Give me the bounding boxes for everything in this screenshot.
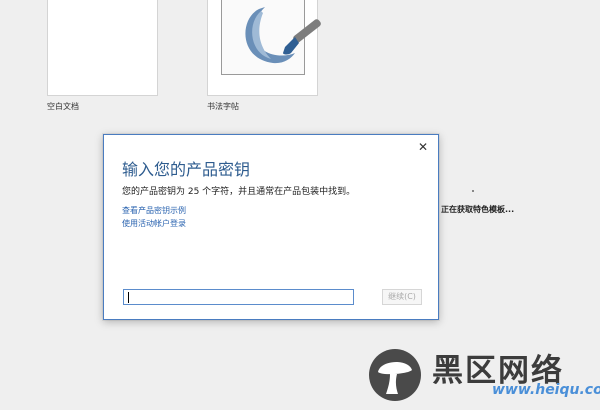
status-text: 正在获取特色模板... <box>441 205 515 214</box>
template-label-blank: 空白文档 <box>47 102 79 111</box>
calligraphy-thumbnail-icon <box>221 0 321 75</box>
dialog-description: 您的产品密钥为 25 个字符，并且通常在产品包装中找到。 <box>122 187 356 197</box>
sign-in-active-account-link[interactable]: 使用活动帐户登录 <box>122 218 186 229</box>
product-key-dialog: ✕ 输入您的产品密钥 您的产品密钥为 25 个字符，并且通常在产品包装中找到。 … <box>103 134 439 320</box>
template-label-calligraphy: 书法字帖 <box>207 102 239 111</box>
watermark-url: www.heiqu.com <box>492 382 600 398</box>
template-blank-document[interactable] <box>47 0 158 96</box>
view-key-example-link[interactable]: 查看产品密钥示例 <box>122 205 186 216</box>
template-calligraphy[interactable] <box>207 0 321 96</box>
mushroom-logo-icon <box>369 349 421 401</box>
loading-indicator <box>472 190 474 192</box>
continue-button[interactable]: 继续(C) <box>382 289 422 305</box>
product-key-input[interactable] <box>123 289 354 305</box>
close-icon[interactable]: ✕ <box>416 140 430 154</box>
text-cursor <box>128 292 129 303</box>
dialog-title: 输入您的产品密钥 <box>122 160 251 179</box>
